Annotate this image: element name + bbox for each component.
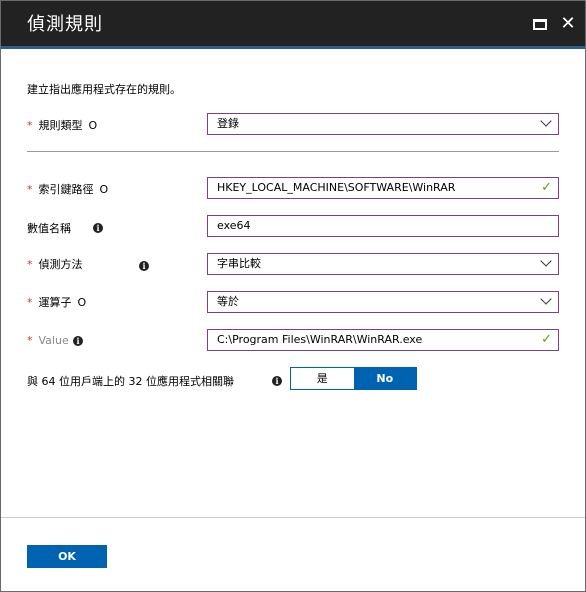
info-icon[interactable]: i [93,223,103,233]
value-label: Value [38,334,69,347]
ok-button[interactable]: OK [27,545,107,568]
section-divider [27,151,559,152]
key-path-label-row: * 索引鍵路徑 O [27,181,108,197]
toggle-option-yes[interactable]: 是 [291,368,354,389]
assoc-32bit-label: 與 64 位用戶端上的 32 位應用程式相關聯 [27,375,234,388]
info-icon[interactable]: i [272,376,282,386]
key-path-label: 索引鍵路徑 [38,183,94,196]
rule-type-dropdown[interactable]: 登錄 [207,113,559,135]
info-icon[interactable]: i [73,336,83,346]
operator-value: 等於 [217,295,239,308]
required-marker: * [27,334,33,347]
detection-method-label: 偵測方法 [38,258,83,271]
required-marker: * [27,182,33,196]
operator-dropdown[interactable]: 等於 [207,291,559,313]
chevron-down-icon [540,255,552,267]
value-input[interactable]: C:\Program Files\WinRAR\WinRAR.exe ✓ [207,329,559,351]
assoc-32bit-toggle[interactable]: 是 No [290,367,417,390]
dialog-title: 偵測規則 [27,14,103,35]
detection-method-value: 字串比較 [217,257,261,270]
close-icon: ✕ [560,13,576,34]
operator-marker: O [77,295,87,309]
operator-label: 運算子 [38,296,72,309]
rule-type-label-row: * 規則類型 O [27,117,97,133]
check-icon: ✓ [541,332,552,347]
required-marker: * [27,257,33,271]
title-bar: 偵測規則 ✕ [1,1,585,49]
value-value: C:\Program Files\WinRAR\WinRAR.exe [217,333,423,346]
maximize-icon [533,18,547,30]
dialog-description: 建立指出應用程式存在的規則。 [27,83,181,96]
value-name-value: exe64 [217,219,251,232]
required-marker: * [27,118,33,132]
key-path-marker: O [99,182,109,196]
chevron-down-icon [540,115,552,127]
value-name-input[interactable]: exe64 [207,215,559,237]
detection-method-label-row: * 偵測方法 [27,256,83,272]
assoc-32bit-label-row: 與 64 位用戶端上的 32 位應用程式相關聯 [27,373,234,389]
value-label-row: * Value [27,334,69,347]
toggle-option-no[interactable]: No [353,368,416,389]
detection-method-dropdown[interactable]: 字串比較 [207,253,559,275]
value-name-label-row: 數值名稱 [27,220,71,236]
footer-divider [1,517,585,518]
key-path-value: HKEY_LOCAL_MACHINE\SOFTWARE\WinRAR [217,181,456,194]
operator-label-row: * 運算子 O [27,294,86,310]
close-button[interactable]: ✕ [559,15,577,33]
key-path-input[interactable]: HKEY_LOCAL_MACHINE\SOFTWARE\WinRAR ✓ [207,177,559,199]
required-marker: * [27,295,33,309]
maximize-button[interactable] [531,15,549,33]
rule-type-value: 登錄 [217,117,239,130]
chevron-down-icon [540,293,552,305]
rule-type-marker: O [88,118,98,132]
rule-type-label: 規則類型 [38,119,83,132]
info-icon[interactable]: i [139,261,149,271]
value-name-label: 數值名稱 [27,222,71,235]
detection-rule-dialog: 偵測規則 ✕ 建立指出應用程式存在的規則。 * 規則類型 O 登錄 * 索引鍵路… [0,0,586,592]
check-icon: ✓ [541,180,552,195]
